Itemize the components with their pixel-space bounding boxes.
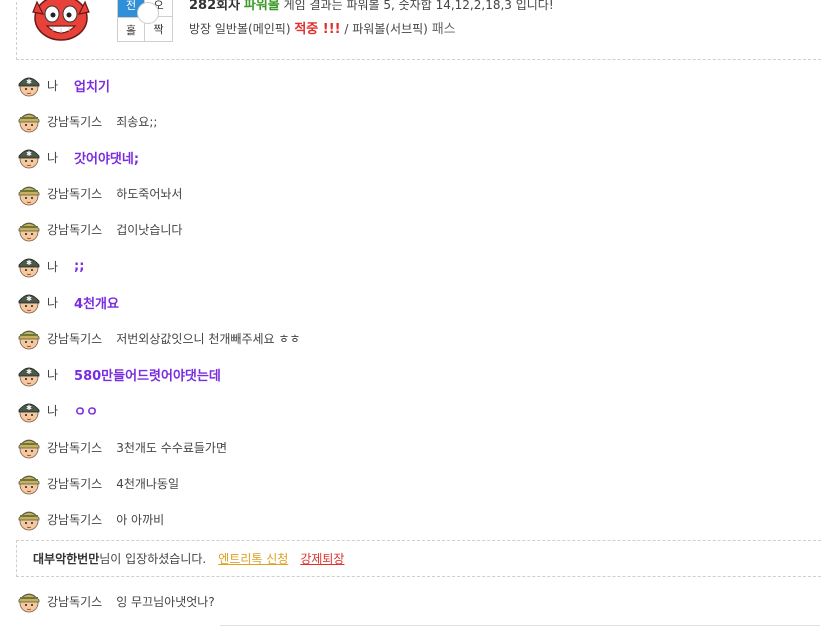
chat-message: 강남독기스 저번외상값잇으니 천개빼주세요 ㅎㅎ — [16, 325, 300, 351]
chat-message: 나 갓어야댓네; — [16, 144, 139, 170]
message-text: 하도죽어놔서 — [116, 187, 183, 202]
game-result-box: 전 오 홀 짝 282회자 파워볼 게임 결과는 파워볼 5, 숫자합 14,1… — [16, 0, 821, 60]
message-text: 3천개도 수수료들가면 — [116, 440, 228, 455]
entry-notice: 대부악한번만 님이 입장하셨습니다. 엔트리톡 신청 강제퇴장 — [16, 540, 821, 577]
chat-message: 나 업치기 — [16, 72, 110, 98]
message-nickname[interactable]: 나 — [47, 402, 58, 419]
hit-badge: 적중 !!! — [294, 22, 341, 37]
user-avatar-icon[interactable] — [16, 217, 42, 243]
user-avatar-icon[interactable] — [16, 253, 42, 279]
chat-message: 강남독기스 아 아까비 — [16, 506, 164, 532]
message-text: 겁이낫습니다 — [116, 223, 183, 238]
user-avatar-icon[interactable] — [16, 470, 42, 496]
chat-message: 강남독기스 죄송요;; — [16, 108, 157, 134]
ball-icon — [137, 2, 159, 24]
message-nickname[interactable]: 나 — [47, 366, 58, 383]
message-nickname[interactable]: 강남독기스 — [47, 511, 102, 528]
user-avatar-icon[interactable] — [16, 434, 42, 460]
main-pick: 방장 일반볼(메인픽) — [189, 22, 291, 36]
user-avatar-icon[interactable] — [16, 506, 42, 532]
chat-message: 강남독기스 겁이낫습니다 — [16, 217, 182, 243]
red-devil-mascot-icon — [32, 0, 90, 41]
chat-message: 강남독기스 4천개나동일 — [16, 470, 179, 496]
sub-pick: / 파워볼(서브픽) — [344, 22, 428, 36]
chat-message: 강남독기스 잉 무끄님아냇엇나? — [16, 588, 215, 614]
message-text: 아 아까비 — [116, 512, 165, 527]
chat-message: 나 580만들어드렷어야댓는데 — [16, 362, 221, 388]
message-text: 저번외상값잇으니 천개빼주세요 ㅎㅎ — [116, 331, 301, 346]
message-text: 잉 무끄님아냇엇나? — [116, 594, 215, 609]
message-text: 580만들어드렷어야댓는데 — [74, 369, 221, 385]
user-avatar-icon[interactable] — [16, 362, 42, 388]
message-text: ㅇㅇ — [74, 405, 98, 421]
result-line-1: 282회자 파워볼 게임 결과는 파워볼 5, 숫자합 14,12,2,18,3… — [189, 0, 554, 13]
user-avatar-icon[interactable] — [16, 72, 42, 98]
user-avatar-icon[interactable] — [16, 289, 42, 315]
user-avatar-icon[interactable] — [16, 325, 42, 351]
round-number: 282회자 — [189, 0, 241, 13]
result-summary: 게임 결과는 파워볼 5, 숫자합 14,12,2,18,3 입니다! — [283, 0, 554, 12]
game-name: 파워볼 — [243, 0, 280, 13]
message-text: 갓어야댓네; — [74, 151, 140, 167]
chat-message: 강남독기스 하도죽어놔서 — [16, 181, 182, 207]
message-nickname[interactable]: 나 — [47, 294, 58, 311]
chat-message: 나 ㅇㅇ — [16, 398, 98, 424]
entered-notice-text: 님이 입장하셨습니다. — [99, 552, 207, 566]
message-nickname[interactable]: 강남독기스 — [47, 439, 102, 456]
message-nickname[interactable]: 나 — [47, 258, 58, 275]
message-nickname[interactable]: 강남독기스 — [47, 113, 102, 130]
message-text: 업치기 — [74, 79, 110, 95]
pass-label: 패스 — [431, 22, 456, 37]
divider — [220, 625, 820, 626]
result-grid: 전 오 홀 짝 — [117, 0, 173, 42]
message-nickname[interactable]: 강남독기스 — [47, 475, 102, 492]
message-text: 4천개나동일 — [116, 476, 180, 491]
message-nickname[interactable]: 강남독기스 — [47, 185, 102, 202]
user-avatar-icon[interactable] — [16, 108, 42, 134]
chat-message: 강남독기스 3천개도 수수료들가면 — [16, 434, 227, 460]
message-text: 4천개요 — [74, 296, 119, 312]
entry-talk-request-link[interactable]: 엔트리톡 신청 — [218, 550, 288, 567]
message-text: ;; — [74, 258, 85, 274]
message-nickname[interactable]: 강남독기스 — [47, 593, 102, 610]
force-exit-link[interactable]: 강제퇴장 — [300, 550, 344, 567]
user-avatar-icon[interactable] — [16, 181, 42, 207]
message-text: 죄송요;; — [116, 114, 158, 129]
message-nickname[interactable]: 강남독기스 — [47, 221, 102, 238]
message-nickname[interactable]: 나 — [47, 149, 58, 166]
user-avatar-icon[interactable] — [16, 588, 42, 614]
message-nickname[interactable]: 나 — [47, 77, 58, 94]
user-avatar-icon[interactable] — [16, 398, 42, 424]
message-nickname[interactable]: 강남독기스 — [47, 330, 102, 347]
chat-message: 나 4천개요 — [16, 289, 119, 315]
entered-user-name: 대부악한번만 — [33, 552, 100, 566]
result-line-2: 방장 일반볼(메인픽) 적중 !!! / 파워볼(서브픽) 패스 — [189, 18, 456, 37]
chat-message: 나;; — [16, 253, 84, 279]
user-avatar-icon[interactable] — [16, 144, 42, 170]
